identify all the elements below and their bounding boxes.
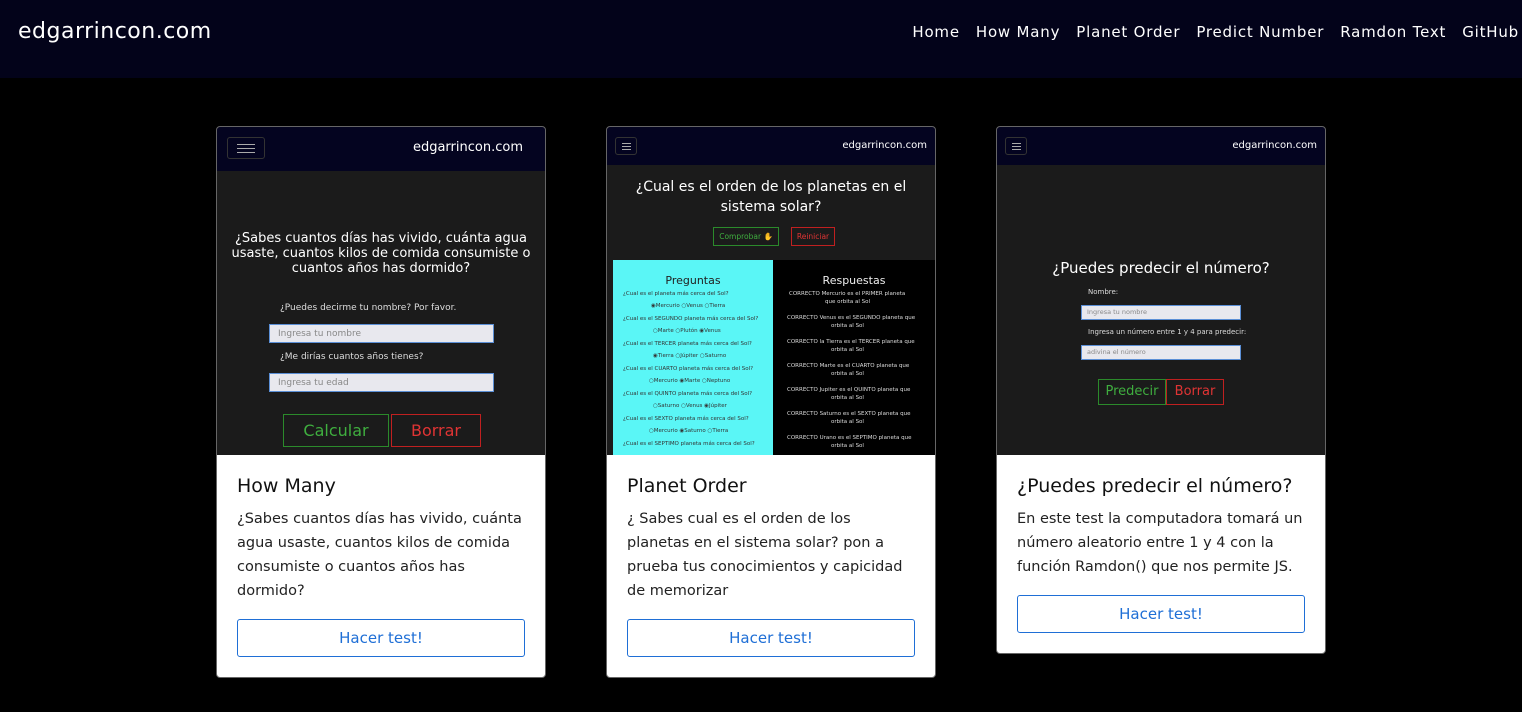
take-test-button[interactable]: Hacer test! (237, 619, 525, 657)
mini-text: ○Mercurio ◉Marte ○Neptuno (649, 378, 731, 384)
preview-heading: ¿Puedes predecir el número? (1052, 259, 1270, 277)
preview-question-name: ¿Puedes decirme tu nombre? Por favor. (280, 303, 457, 313)
preview-brand: edgarrincon.com (842, 140, 927, 151)
mini-text: ◉Tierra ○Júpiter ○Saturno (653, 353, 727, 359)
preview-name-label: Nombre: (1088, 288, 1119, 296)
preview-brand: edgarrincon.com (1232, 140, 1317, 151)
preview-answers-heading: Respuestas (822, 274, 886, 287)
preview-clear-button: Borrar (391, 414, 481, 447)
card-body: How Many ¿Sabes cuantos días has vivido,… (217, 455, 545, 677)
preview-clear-button: Borrar (1166, 379, 1224, 405)
mini-text: orbita al Sol (831, 395, 864, 401)
mini-text: ¿Cual es el TERCER planeta más cerca del… (623, 341, 752, 347)
preview-questions-panel: Preguntas ¿Cual es el planeta más cerca … (613, 260, 773, 455)
mini-text: CORRECTO Mercurio es el PRIMER planeta (789, 291, 906, 297)
preview-heading: ¿Sabes cuantos días has vivido, cuánta a… (231, 231, 531, 276)
mini-text: orbita al Sol (831, 323, 864, 329)
preview-questions-heading: Preguntas (665, 274, 721, 287)
mini-text: orbita al Sol (831, 443, 864, 449)
preview-number-input: adivina el número (1081, 345, 1241, 360)
mini-text: ○Saturno ○Venus ◉Júpiter (653, 403, 727, 409)
card-body: Planet Order ¿ Sabes cual es el orden de… (607, 455, 935, 677)
mini-text: orbita al Sol (831, 371, 864, 377)
take-test-button[interactable]: Hacer test! (1017, 595, 1305, 633)
nav-link-github[interactable]: GitHub (1462, 23, 1519, 41)
card-text: En este test la computadora tomará un nú… (1017, 511, 1303, 575)
mini-text: ¿Cual es el SEPTIMO planeta más cerca de… (623, 441, 755, 447)
card-text: ¿Sabes cuantos días has vivido, cuánta a… (237, 511, 522, 599)
preview-predict-button: Predecir (1098, 379, 1166, 405)
preview-navbar: edgarrincon.com (217, 127, 545, 171)
card-body: ¿Puedes predecir el número? En este test… (997, 455, 1325, 653)
preview-navbar: edgarrincon.com (997, 127, 1325, 165)
mini-text: CORRECTO Urano es el SEPTIMO planeta que (787, 435, 912, 441)
card-title: Planet Order (627, 475, 747, 497)
mini-text: que orbita al Sol (825, 299, 871, 305)
preview-calculate-button: Calcular (283, 414, 389, 447)
nav-links: Home How Many Planet Order Predict Numbe… (912, 23, 1519, 41)
brand-link[interactable]: edgarrincon.com (18, 19, 212, 44)
card-title: ¿Puedes predecir el número? (1017, 475, 1293, 497)
hamburger-menu-icon (227, 137, 265, 159)
preview-name-input: Ingresa tu nombre (1081, 305, 1241, 320)
preview-answers-panel: Respuestas CORRECTO Mercurio es el PRIME… (773, 260, 935, 455)
mini-text: CORRECTO Venus es el SEGUNDO planeta que (787, 315, 916, 321)
mini-text: ¿Cual es el SEXTO planeta más cerca del … (623, 416, 749, 422)
mini-text: ○Mercurio ◉Saturno ○Tierra (649, 428, 729, 434)
nav-link-home[interactable]: Home (912, 23, 960, 41)
preview-reset-button: Reiniciar (791, 227, 835, 246)
card-preview-image: edgarrincon.com ¿Cual es el orden de los… (607, 127, 935, 455)
mini-text: CORRECTO Marte es el CUARTO planeta que (787, 363, 910, 369)
preview-heading: ¿Cual es el orden de los planetas en el … (635, 179, 907, 215)
card-title: How Many (237, 475, 336, 497)
nav-link-how-many[interactable]: How Many (976, 23, 1060, 41)
preview-brand: edgarrincon.com (412, 140, 523, 155)
mini-text: ¿Cual es el SEGUNDO planeta más cerca de… (623, 316, 759, 322)
nav-link-planet-order[interactable]: Planet Order (1076, 23, 1180, 41)
nav-link-ramdon-text[interactable]: Ramdon Text (1340, 23, 1446, 41)
card-preview-image: edgarrincon.com ¿Sabes cuantos días has … (217, 127, 545, 455)
take-test-button[interactable]: Hacer test! (627, 619, 915, 657)
top-navbar: edgarrincon.com Home How Many Planet Ord… (0, 0, 1522, 78)
hamburger-menu-icon (1005, 137, 1027, 155)
card-planet-order: edgarrincon.com ¿Cual es el orden de los… (606, 126, 936, 678)
mini-text: CORRECTO Saturno es el SEXTO planeta que (787, 411, 911, 417)
preview-check-button: Comprobar ✋ (713, 227, 779, 246)
card-text: ¿ Sabes cual es el orden de los planetas… (627, 511, 903, 599)
nav-link-predict-number[interactable]: Predict Number (1196, 23, 1324, 41)
mini-text: ◉Mercurio ○Venus ○Tierra (651, 303, 726, 309)
card-predict-number: edgarrincon.com ¿Puedes predecir el núme… (996, 126, 1326, 654)
mini-text: ¿Cual es el planeta más cerca del Sol? (623, 291, 729, 297)
mini-text: ¿Cual es el CUARTO planeta más cerca del… (623, 366, 754, 372)
preview-number-label: Ingresa un número entre 1 y 4 para prede… (1088, 328, 1247, 336)
card-preview-image: edgarrincon.com ¿Puedes predecir el núme… (997, 127, 1325, 455)
mini-text: orbita al Sol (831, 419, 864, 425)
mini-text: CORRECTO Jupiter es el QUINTO planeta qu… (787, 387, 911, 393)
mini-text: orbita al Sol (831, 347, 864, 353)
mini-text: ¿Cual es el QUINTO planeta más cerca del… (623, 391, 753, 397)
preview-navbar: edgarrincon.com (607, 127, 935, 165)
preview-age-input: Ingresa tu edad (269, 373, 494, 392)
mini-text: ○Marte ○Plutón ◉Venus (653, 328, 721, 334)
preview-name-input: Ingresa tu nombre (269, 324, 494, 343)
mini-text: CORRECTO la Tierra es el TERCER planeta … (787, 339, 915, 345)
hamburger-menu-icon (615, 137, 637, 155)
card-how-many: edgarrincon.com ¿Sabes cuantos días has … (216, 126, 546, 678)
preview-question-age: ¿Me dirías cuantos años tienes? (280, 352, 424, 362)
